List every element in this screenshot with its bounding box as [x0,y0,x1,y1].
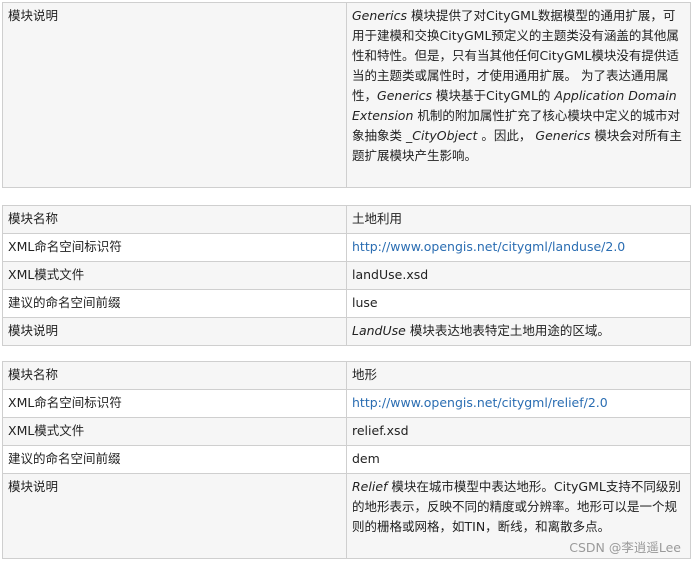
description-text: 。因此， [477,128,536,143]
table-row-schema-file: XML模式文件 relief.xsd [2,417,691,446]
schema-file-value: landUse.xsd [346,261,691,290]
description-label-cell: 模块说明 [2,2,347,188]
description-text: 模块表达地表特定土地用途的区域。 [405,323,610,338]
namespace-label: XML命名空间标识符 [2,389,347,418]
landuse-term: LandUse [352,323,406,338]
generics-term: Generics [352,8,407,23]
namespace-value-cell: http://www.opengis.net/citygml/relief/2.… [346,389,691,418]
table-row-module-name: 模块名称 地形 [2,361,691,390]
schema-file-label: XML模式文件 [2,417,347,446]
csdn-watermark: CSDN @李逍遥Lee [569,540,681,555]
namespace-link[interactable]: http://www.opengis.net/citygml/relief/2.… [352,395,608,410]
schema-file-label: XML模式文件 [2,261,347,290]
description-label: 模块说明 [8,8,59,23]
table-row-module-name: 模块名称 土地利用 [2,205,691,234]
prefix-value: dem [346,445,691,474]
description-label: 模块说明 [2,317,347,346]
namespace-label: XML命名空间标识符 [2,233,347,262]
cityobject-term: _CityObject [405,128,478,143]
module-name-value: 土地利用 [346,205,691,234]
module-name-value: 地形 [346,361,691,390]
table-row-namespace: XML命名空间标识符 http://www.opengis.net/citygm… [2,233,691,262]
module-name-label: 模块名称 [2,361,347,390]
description-text: 模块在城市模型中表达地形。CityGML支持不同级别的地形表示，反映不同的精度或… [352,479,681,534]
table-row-description: 模块说明 Generics 模块提供了对CityGML数据模型的通用扩展，可用于… [2,2,691,188]
description-value-cell: Generics 模块提供了对CityGML数据模型的通用扩展，可用于建模和交换… [346,2,691,188]
relief-term: Relief [352,479,388,494]
module-name-label: 模块名称 [2,205,347,234]
table-row-prefix: 建议的命名空间前缀 dem [2,445,691,474]
generics-module-table: 模块说明 Generics 模块提供了对CityGML数据模型的通用扩展，可用于… [2,2,691,188]
description-label: 模块说明 [2,473,347,559]
description-text: 模块基于CityGML的 [432,88,555,103]
generics-term: Generics [535,128,591,143]
table-row-schema-file: XML模式文件 landUse.xsd [2,261,691,290]
namespace-value-cell: http://www.opengis.net/citygml/landuse/2… [346,233,691,262]
namespace-link[interactable]: http://www.opengis.net/citygml/landuse/2… [352,239,625,254]
landuse-module-table: 模块名称 土地利用 XML命名空间标识符 http://www.opengis.… [2,205,691,346]
table-row-description: 模块说明 LandUse 模块表达地表特定土地用途的区域。 [2,317,691,346]
prefix-label: 建议的命名空间前缀 [2,445,347,474]
prefix-label: 建议的命名空间前缀 [2,289,347,318]
table-row-prefix: 建议的命名空间前缀 luse [2,289,691,318]
description-value-cell: LandUse 模块表达地表特定土地用途的区域。 [346,317,691,346]
relief-module-table: 模块名称 地形 XML命名空间标识符 http://www.opengis.ne… [2,361,691,559]
table-row-namespace: XML命名空间标识符 http://www.opengis.net/citygm… [2,389,691,418]
generics-term: Generics [377,88,433,103]
schema-file-value: relief.xsd [346,417,691,446]
prefix-value: luse [346,289,691,318]
